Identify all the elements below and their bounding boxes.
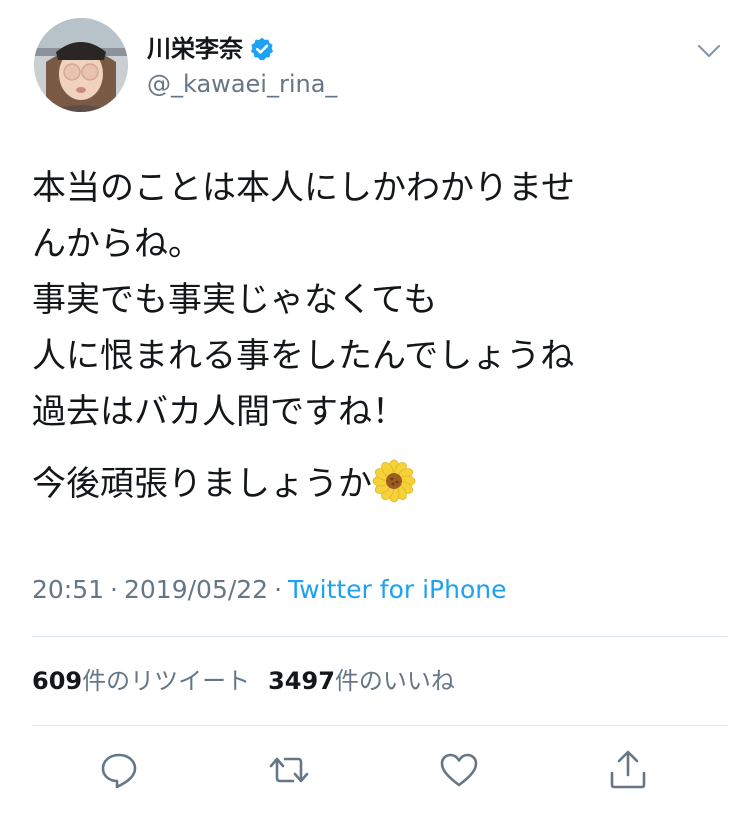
retweet-count: 609 [32, 667, 83, 695]
retweet-count-link[interactable]: 609件のリツイート [32, 667, 250, 695]
chevron-down-icon[interactable] [696, 40, 722, 62]
sunflower-emoji [372, 459, 416, 503]
tweet-last-line: 今後頑張りましょうか [32, 456, 722, 512]
user-handle[interactable]: @_kawaei_rina_ [147, 69, 337, 99]
tweet-line: 今後頑張りましょうか [32, 464, 372, 504]
tweet-time: 20:51 [32, 575, 105, 604]
display-name[interactable]: 川栄李奈 [147, 32, 243, 66]
profile-photo [34, 18, 128, 112]
like-count-link[interactable]: 3497件のいいね [268, 667, 455, 695]
share-icon[interactable] [606, 748, 650, 792]
tweet-source-link[interactable]: Twitter for iPhone [288, 575, 506, 604]
divider [32, 636, 728, 637]
user-name-row: 川栄李奈 [147, 31, 275, 67]
tweet-date: 2019/05/22 [124, 575, 269, 604]
tweet-stats: 609件のリツイート 3497件のいいね [32, 664, 455, 698]
heart-icon[interactable] [437, 748, 481, 792]
avatar[interactable] [34, 18, 128, 112]
verified-badge-icon [250, 37, 274, 61]
like-label: 件のいいね [334, 667, 455, 695]
tweet-line: 過去はバカ人間ですね！ [32, 392, 406, 432]
tweet-line: 事実でも事実じゃなくても [32, 280, 438, 320]
divider [32, 725, 728, 726]
meta-separator: · [110, 575, 118, 604]
tweet-line: 本当のことは本人にしかわかりませ [32, 168, 575, 208]
tweet-text: 本当のことは本人にしかわかりませ んからね。 事実でも事実じゃなくても 人に恨ま… [32, 160, 722, 512]
like-count: 3497 [268, 667, 335, 695]
retweet-icon[interactable] [267, 748, 311, 792]
reply-icon[interactable] [97, 748, 141, 792]
retweet-label: 件のリツイート [82, 667, 251, 695]
tweet-line: んからね。 [32, 224, 202, 264]
tweet-line: 人に恨まれる事をしたんでしょうね [32, 336, 575, 376]
tweet-meta: 20:51 · 2019/05/22 · Twitter for iPhone [32, 573, 507, 607]
tweet-action-bar [0, 742, 750, 802]
meta-separator: · [274, 575, 283, 604]
